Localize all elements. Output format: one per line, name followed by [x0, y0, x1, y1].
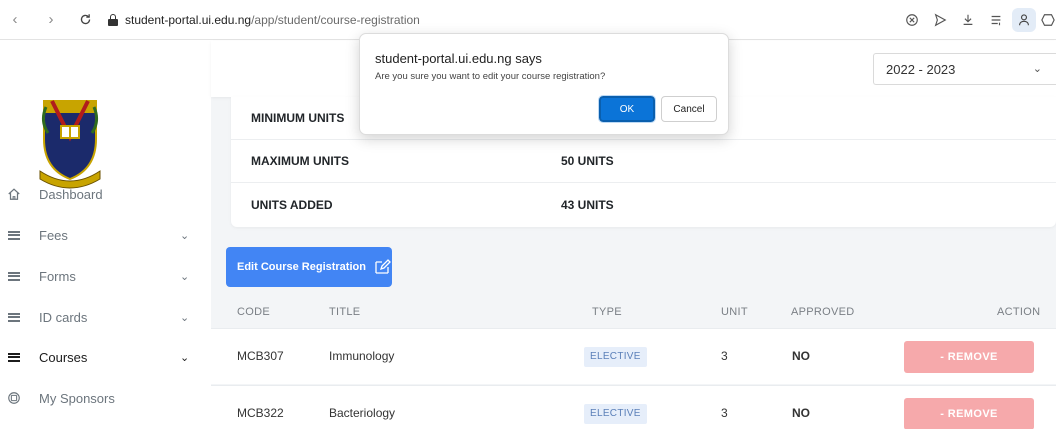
sidebar-item-fees[interactable]: Fees ⌄: [0, 215, 211, 255]
forward-icon[interactable]: ›: [40, 9, 62, 31]
session-select-value: 2022 - 2023: [886, 61, 956, 77]
units-value: 50 UNITS: [561, 154, 614, 168]
collections-icon[interactable]: [984, 8, 1008, 32]
dialog-title: student-portal.ui.edu.ng says: [375, 51, 542, 66]
url-host: student-portal.ui.edu.ng: [125, 12, 252, 27]
sidebar-item-label: ID cards: [39, 309, 88, 325]
units-label: MINIMUM UNITS: [251, 111, 345, 125]
units-row-maximum: MAXIMUM UNITS 50 UNITS: [231, 140, 1056, 183]
course-approved: NO: [792, 349, 810, 363]
sidebar-item-label: Courses: [39, 349, 88, 365]
sidebar-item-label: Forms: [39, 268, 76, 284]
edit-course-registration-button[interactable]: Edit Course Registration: [226, 247, 392, 287]
chevron-down-icon: ⌄: [180, 270, 190, 283]
chevron-down-icon: ⌄: [1032, 63, 1042, 75]
session-select[interactable]: 2022 - 2023 ⌄: [873, 53, 1056, 85]
address-bar[interactable]: student-portal.ui.edu.ng/app/student/cou…: [108, 13, 420, 27]
course-title: Immunology: [329, 349, 395, 363]
sidebar-item-label: Dashboard: [39, 186, 103, 202]
course-unit: 3: [721, 349, 728, 363]
sidebar-item-id-cards[interactable]: ID cards ⌄: [0, 297, 211, 337]
sidebar-item-forms[interactable]: Forms ⌄: [0, 256, 211, 296]
course-approved: NO: [792, 406, 810, 420]
list-icon: [7, 228, 21, 242]
course-code: MCB307: [237, 349, 284, 363]
list-icon: [7, 310, 21, 324]
edit-button-label: Edit Course Registration: [237, 261, 366, 273]
confirm-dialog: student-portal.ui.edu.ng says Are you su…: [359, 33, 729, 135]
chevron-down-icon: ⌄: [180, 311, 190, 324]
course-type-badge: ELECTIVE: [584, 404, 647, 424]
sidebar-item-label: My Sponsors: [39, 390, 115, 406]
sidebar-item-courses[interactable]: Courses ⌄: [0, 337, 211, 377]
sidebar: Dashboard Fees ⌄ Forms ⌄ ID cards ⌄ Cour…: [0, 41, 211, 429]
edit-icon: [375, 259, 391, 274]
download-icon[interactable]: [956, 8, 980, 32]
profile-icon[interactable]: [1012, 8, 1036, 32]
course-code: MCB322: [237, 406, 284, 420]
sidebar-item-label: Fees: [39, 227, 68, 243]
course-type-badge: ELECTIVE: [584, 347, 647, 367]
dialog-message: Are you sure you want to edit your cours…: [375, 71, 606, 82]
table-row: MCB307 Immunology ELECTIVE 3 NO - REMOVE: [211, 328, 1056, 384]
units-label: UNITS ADDED: [251, 197, 333, 212]
table-header: CODE TITLE TYPE UNIT APPROVED ACTION: [211, 298, 1056, 328]
cancel-button[interactable]: Cancel: [661, 96, 717, 122]
send-icon[interactable]: [928, 8, 952, 32]
units-value: 43 UNITS: [561, 197, 614, 212]
column-header-title: TITLE: [329, 306, 361, 318]
units-row-added: UNITS ADDED 43 UNITS: [231, 183, 1056, 226]
table-row: MCB322 Bacteriology ELECTIVE 3 NO - REMO…: [211, 385, 1056, 429]
column-header-approved: APPROVED: [791, 306, 855, 318]
column-header-unit: UNIT: [721, 306, 748, 318]
back-icon[interactable]: ‹: [4, 9, 26, 31]
units-label: MAXIMUM UNITS: [251, 154, 349, 168]
home-icon: [7, 187, 21, 201]
chevron-down-icon: ⌄: [180, 229, 190, 242]
column-header-type: TYPE: [592, 306, 622, 318]
column-header-action: ACTION: [997, 306, 1041, 318]
url-path: /app/student/course-registration: [251, 12, 420, 27]
sidebar-item-my-sponsors[interactable]: My Sponsors: [0, 378, 211, 418]
shield-icon[interactable]: [900, 8, 924, 32]
reload-icon[interactable]: [74, 9, 96, 31]
course-title: Bacteriology: [329, 406, 396, 420]
list-icon: [7, 350, 21, 364]
course-unit: 3: [721, 406, 728, 420]
lock-icon: [108, 13, 118, 26]
extension-icon[interactable]: [1040, 8, 1056, 32]
chevron-down-icon: ⌄: [180, 351, 190, 364]
ok-button[interactable]: OK: [598, 95, 656, 123]
remove-course-button[interactable]: - REMOVE: [904, 398, 1034, 429]
column-header-code: CODE: [237, 306, 270, 318]
sidebar-item-dashboard[interactable]: Dashboard: [0, 174, 211, 214]
remove-course-button[interactable]: - REMOVE: [904, 341, 1034, 373]
list-icon: [7, 269, 21, 283]
sponsor-icon: [7, 391, 21, 405]
